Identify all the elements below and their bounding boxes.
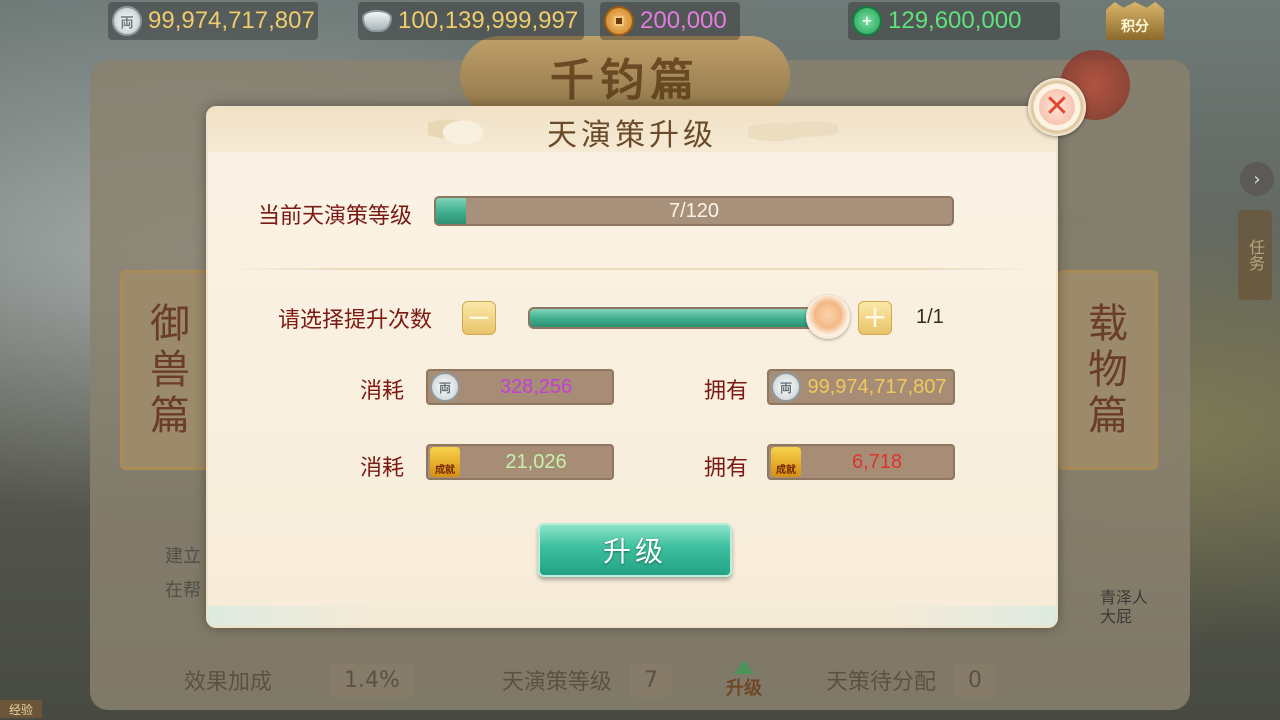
- own-silver-value: 99,974,717,807: [807, 375, 947, 398]
- resource-bar: 両 99,974,717,807 100,139,999,997 200,000…: [0, 0, 1280, 42]
- left-tab-char: 篇: [150, 393, 190, 439]
- count-slider-fill: [530, 309, 831, 327]
- background-plaque-text: 千钧篇: [550, 55, 700, 106]
- right-tab-char: 载: [1088, 301, 1128, 347]
- level-progress-bar: 7/120: [434, 196, 954, 226]
- expand-arrow-button[interactable]: ›: [1240, 162, 1274, 196]
- chevron-right-icon: ›: [1253, 168, 1261, 190]
- bg-stat-label: 天策待分配: [826, 670, 937, 695]
- points-button[interactable]: 积分: [1106, 2, 1164, 40]
- select-count-label: 请选择提升次数: [278, 308, 433, 333]
- cost-label: 消耗: [360, 379, 405, 404]
- exp-badge: 经验: [0, 700, 42, 718]
- level-label: 当前天演策等级: [258, 204, 413, 229]
- plus-icon: +: [862, 300, 888, 335]
- own-achievement-value: 6,718: [851, 450, 903, 473]
- cost-achievement-value: 21,026: [505, 450, 567, 473]
- select-count-value: 1/1: [916, 306, 944, 328]
- background-upgrade-button[interactable]: 升级: [718, 660, 770, 710]
- background-right-tab: 载 物 篇: [1058, 270, 1158, 470]
- own-silver-box: 両 99,974,717,807: [767, 369, 955, 405]
- background-upgrade-label: 升级: [726, 678, 762, 699]
- jade-amount: 129,600,000: [888, 7, 1022, 34]
- upgrade-button[interactable]: 升级: [538, 523, 732, 577]
- background-left-tab: 御 兽 篇: [120, 270, 220, 470]
- left-tab-char: 兽: [150, 347, 190, 393]
- silver-amount: 99,974,717,807: [148, 7, 315, 34]
- dialog-header: 天演策升级: [208, 108, 1056, 153]
- minus-icon: −: [466, 300, 492, 335]
- jade-add-icon[interactable]: +: [852, 6, 882, 36]
- cost-achievement-box: 成就 21,026: [426, 444, 614, 480]
- bg-stat-value: 1.4%: [330, 663, 414, 697]
- cost-label: 消耗: [360, 456, 405, 481]
- bg-stat-value: 0: [954, 663, 997, 697]
- silver-ingot-icon: [362, 6, 392, 36]
- ingot-amount: 100,139,999,997: [398, 7, 579, 34]
- silver-coin-icon: 両: [771, 372, 801, 402]
- task-tab[interactable]: 任务: [1238, 210, 1272, 300]
- copper-amount: 200,000: [640, 7, 727, 34]
- own-achievement-box: 成就 6,718: [767, 444, 955, 480]
- cost-silver-box: 両 328,256: [426, 369, 614, 405]
- slider-handle[interactable]: [806, 295, 850, 339]
- cost-silver-value: 328,256: [499, 375, 573, 398]
- bg-stat-label: 天演策等级: [501, 670, 612, 695]
- up-arrow-icon: [734, 660, 754, 674]
- dialog-bottom-trim: [208, 606, 1056, 626]
- close-button[interactable]: ✕: [1028, 78, 1086, 136]
- increase-button[interactable]: +: [858, 301, 892, 335]
- background-left-note: 建立 在帮: [165, 546, 201, 601]
- bg-stat-label: 效果加成: [184, 670, 273, 695]
- dialog-title: 天演策升级: [547, 118, 717, 153]
- upgrade-dialog: 天演策升级 当前天演策等级 7/120 请选择提升次数 − + 1/1 消耗 両…: [208, 108, 1056, 626]
- background-stats-row-2: 天策待分配 0: [826, 655, 1066, 705]
- right-tab-char: 篇: [1088, 393, 1128, 439]
- jade-resource: + 129,600,000: [848, 2, 1060, 40]
- decrease-button[interactable]: −: [462, 301, 496, 335]
- own-label: 拥有: [704, 379, 749, 404]
- own-label: 拥有: [704, 456, 749, 481]
- divider: [228, 268, 1036, 270]
- bg-stat-value: 7: [629, 663, 672, 697]
- right-tab-char: 物: [1088, 347, 1128, 393]
- copper-coin-icon: [604, 6, 634, 36]
- left-tab-char: 御: [150, 301, 190, 347]
- achievement-icon: 成就: [771, 447, 801, 477]
- silver-coin-icon: 両: [112, 6, 142, 36]
- count-slider[interactable]: [528, 307, 833, 329]
- silver-resource: 両 99,974,717,807: [108, 2, 318, 40]
- level-progress-text: 7/120: [668, 199, 720, 222]
- silver-coin-icon: 両: [430, 372, 460, 402]
- background-right-note: 青泽人 大屁: [1100, 588, 1149, 627]
- ingot-resource: 100,139,999,997: [358, 2, 584, 40]
- achievement-icon: 成就: [430, 447, 460, 477]
- close-icon: ✕: [1039, 89, 1075, 125]
- background-plaque: 千钧篇: [460, 36, 790, 116]
- copper-resource: 200,000: [600, 2, 740, 40]
